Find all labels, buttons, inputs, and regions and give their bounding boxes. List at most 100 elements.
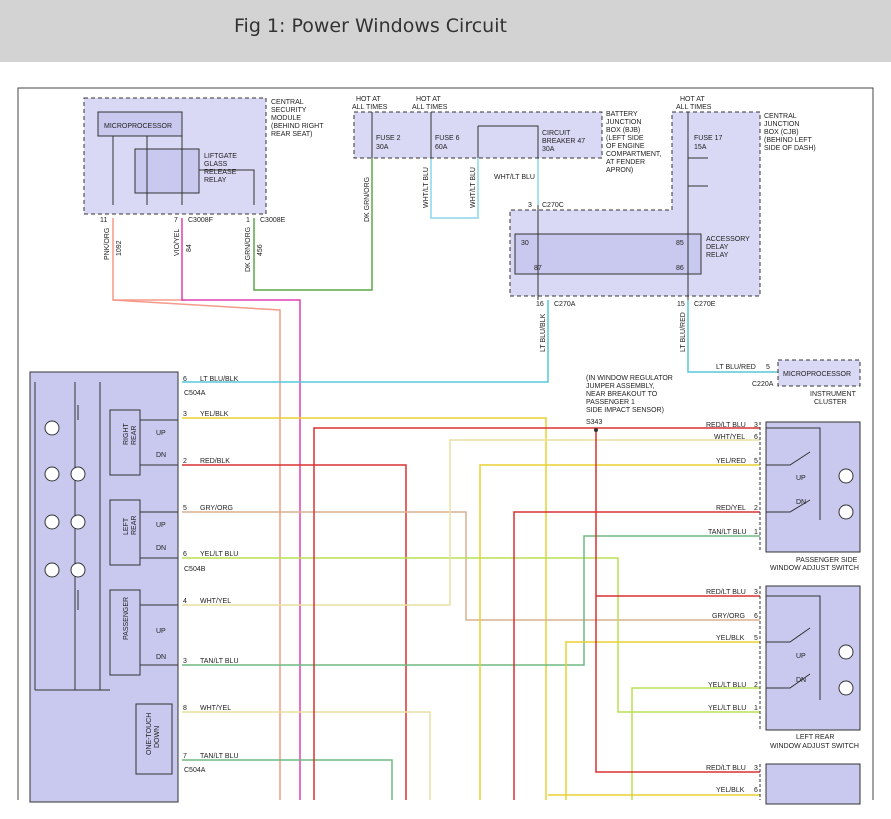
svg-text:2: 2	[754, 682, 758, 689]
security-module: MICROPROCESSOR CENTRAL SECURITY MODULE (…	[83, 97, 324, 272]
svg-text:8: 8	[183, 705, 187, 712]
svg-text:C3008E: C3008E	[260, 217, 286, 224]
svg-text:FUSE 2: FUSE 2	[376, 135, 401, 142]
svg-text:3: 3	[754, 589, 758, 596]
svg-text:60A: 60A	[435, 144, 448, 151]
svg-text:ALL TIMES: ALL TIMES	[412, 104, 448, 111]
svg-text:15: 15	[677, 301, 685, 308]
svg-text:REAR SEAT): REAR SEAT)	[271, 131, 313, 138]
svg-text:LEFT REAR: LEFT REAR	[796, 734, 834, 741]
svg-text:UP: UP	[796, 475, 806, 482]
svg-text:1: 1	[754, 705, 758, 712]
wire-yel-blk-lr	[565, 641, 760, 800]
svg-text:7: 7	[183, 753, 187, 760]
svg-text:WHT/YEL: WHT/YEL	[714, 434, 745, 441]
svg-text:CENTRAL: CENTRAL	[271, 99, 304, 106]
wire-gry-org	[182, 511, 760, 621]
wire-red-blk	[182, 464, 407, 800]
svg-text:C270A: C270A	[554, 301, 576, 308]
svg-text:UP: UP	[156, 628, 166, 635]
svg-text:HOT AT: HOT AT	[680, 96, 705, 103]
wire-tan-lt-blu-3	[182, 535, 760, 666]
svg-text:RED/YEL: RED/YEL	[716, 505, 746, 512]
svg-text:3: 3	[183, 658, 187, 665]
svg-text:WHT/LT BLU: WHT/LT BLU	[423, 167, 430, 208]
svg-text:LEFT: LEFT	[123, 517, 130, 535]
svg-text:C504B: C504B	[184, 566, 206, 573]
svg-text:85: 85	[676, 240, 684, 247]
svg-text:DN: DN	[796, 499, 806, 506]
svg-text:AT FENDER: AT FENDER	[606, 159, 645, 166]
svg-text:30: 30	[521, 240, 529, 247]
svg-text:87: 87	[534, 265, 542, 272]
svg-text:7: 7	[174, 217, 178, 224]
svg-text:MODULE: MODULE	[271, 115, 301, 122]
svg-text:ACCESSORY: ACCESSORY	[706, 236, 750, 243]
svg-text:C504A: C504A	[184, 767, 206, 774]
svg-text:YEL/BLK: YEL/BLK	[200, 411, 229, 418]
svg-text:C3008F: C3008F	[188, 217, 213, 224]
svg-text:2: 2	[183, 458, 187, 465]
svg-text:RIGHT: RIGHT	[123, 423, 130, 446]
svg-text:LT BLU/RED: LT BLU/RED	[680, 312, 687, 352]
svg-text:COMPARTMENT,: COMPARTMENT,	[606, 151, 661, 158]
svg-text:JUNCTION: JUNCTION	[764, 121, 799, 128]
svg-text:GRY/ORG: GRY/ORG	[712, 613, 745, 620]
svg-text:UP: UP	[156, 430, 166, 437]
svg-text:RED/LT BLU: RED/LT BLU	[706, 422, 746, 429]
svg-text:OF ENGINE: OF ENGINE	[606, 143, 645, 150]
svg-text:SIDE IMPACT SENSOR): SIDE IMPACT SENSOR)	[586, 407, 664, 414]
passenger-switch-box	[765, 421, 861, 553]
svg-text:ALL TIMES: ALL TIMES	[352, 104, 388, 111]
svg-text:RELEASE: RELEASE	[204, 169, 237, 176]
svg-text:DN: DN	[156, 545, 166, 552]
svg-text:6: 6	[754, 434, 758, 441]
svg-text:REAR: REAR	[131, 516, 138, 535]
microprocessor-label: MICROPROCESSOR	[104, 123, 172, 130]
svg-text:6: 6	[754, 787, 758, 794]
svg-text:WHT/LT BLU: WHT/LT BLU	[470, 167, 477, 208]
svg-text:HOT AT: HOT AT	[356, 96, 381, 103]
svg-text:RELAY: RELAY	[204, 177, 227, 184]
svg-text:DOWN: DOWN	[154, 726, 161, 748]
svg-text:LT BLU/RED: LT BLU/RED	[716, 364, 756, 371]
svg-text:BOX (BJB): BOX (BJB)	[606, 127, 640, 134]
svg-text:15A: 15A	[694, 144, 707, 151]
svg-text:11: 11	[100, 217, 107, 224]
svg-text:NEAR BREAKOUT TO: NEAR BREAKOUT TO	[586, 391, 658, 398]
svg-text:BATTERY: BATTERY	[606, 111, 638, 118]
right-rear-window-switch: 3 RED/LT BLU 6 YEL/BLK	[706, 763, 861, 805]
svg-text:C220A: C220A	[752, 381, 774, 388]
svg-text:CIRCUIT: CIRCUIT	[542, 130, 571, 137]
wire-yel-lt-blu	[182, 557, 760, 713]
svg-text:LT BLU/BLK: LT BLU/BLK	[540, 313, 547, 352]
svg-text:RED/BLK: RED/BLK	[200, 458, 230, 465]
svg-text:WHT/YEL: WHT/YEL	[200, 705, 231, 712]
svg-text:3: 3	[183, 411, 187, 418]
wire-red-lt-blu-pass	[313, 427, 760, 800]
svg-text:FUSE 6: FUSE 6	[435, 135, 460, 142]
svg-text:CLUSTER: CLUSTER	[814, 399, 847, 406]
svg-text:YEL/LT BLU: YEL/LT BLU	[708, 705, 746, 712]
svg-text:C270C: C270C	[542, 202, 564, 209]
svg-text:30A: 30A	[376, 144, 389, 151]
svg-text:TAN/LT BLU: TAN/LT BLU	[708, 529, 747, 536]
svg-text:YEL/LT BLU: YEL/LT BLU	[708, 682, 746, 689]
svg-text:TAN/LT BLU: TAN/LT BLU	[200, 658, 239, 665]
svg-text:3: 3	[754, 765, 758, 772]
svg-text:456: 456	[257, 244, 264, 256]
svg-text:DN: DN	[796, 677, 806, 684]
svg-text:WINDOW ADJUST SWITCH: WINDOW ADJUST SWITCH	[770, 743, 859, 750]
svg-text:BOX (CJB): BOX (CJB)	[764, 129, 799, 136]
wire-tan-lt-blu-7	[182, 759, 393, 800]
wire-lt-blu-red	[687, 300, 780, 373]
svg-text:86: 86	[676, 265, 684, 272]
svg-text:RED/LT BLU: RED/LT BLU	[706, 589, 746, 596]
svg-text:YEL/BLK: YEL/BLK	[716, 635, 745, 642]
wire-red-lt-blu-s343	[595, 430, 760, 773]
svg-text:APRON): APRON)	[606, 167, 633, 174]
svg-text:16: 16	[536, 301, 544, 308]
svg-text:YEL/LT BLU: YEL/LT BLU	[200, 551, 238, 558]
wire-lt-blu-blk	[182, 300, 549, 383]
svg-text:DN: DN	[156, 452, 166, 459]
